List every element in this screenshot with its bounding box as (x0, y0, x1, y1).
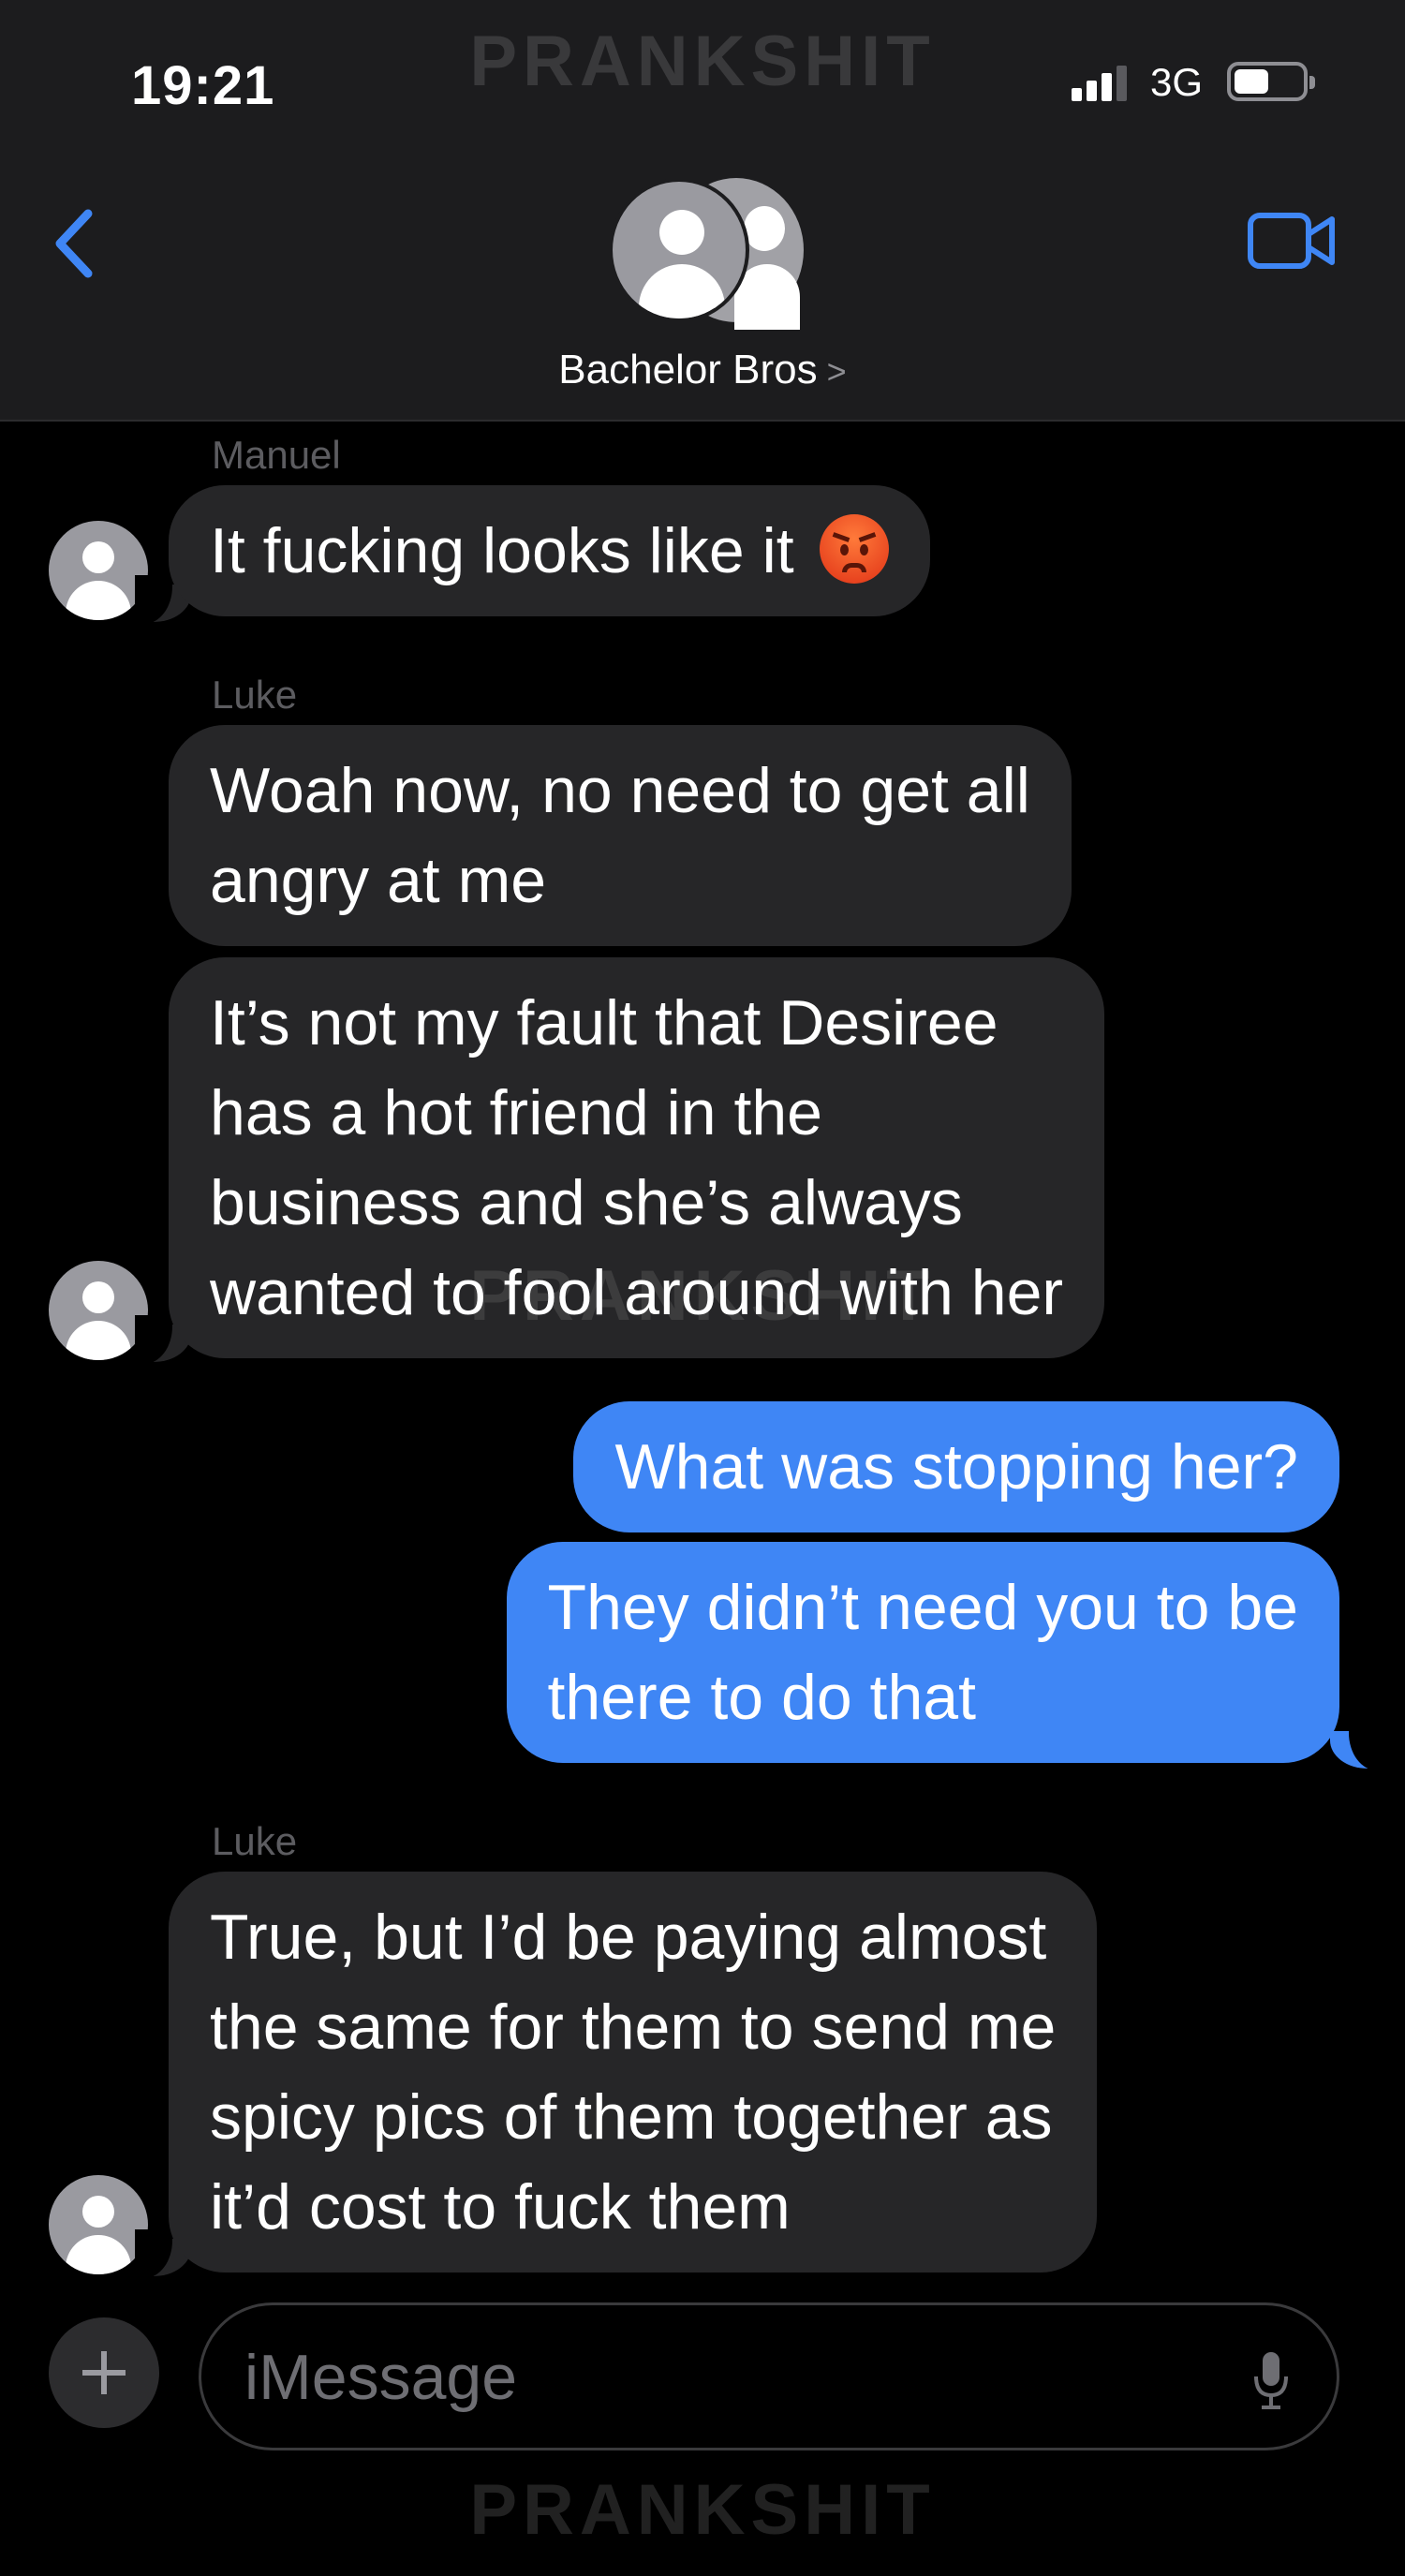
message-bubble-incoming[interactable]: True, but I’d be paying almost the same … (169, 1872, 1098, 2273)
signal-strength-icon (1072, 66, 1128, 101)
message-bubble-outgoing[interactable]: What was stopping her? (573, 1401, 1339, 1532)
message-input-placeholder: iMessage (244, 2342, 518, 2413)
message-text: They didn’t need you to be there to do t… (547, 1572, 1298, 1733)
watermark-middle: PRANKSHIT (469, 1256, 936, 1336)
video-camera-icon[interactable] (1246, 208, 1339, 274)
sender-name: Manuel (212, 433, 341, 477)
message-bubble-incoming[interactable]: Woah now, no need to get all angry at me (169, 725, 1072, 946)
bubble-tail (1330, 1722, 1386, 1770)
back-chevron-icon[interactable] (45, 197, 111, 290)
microphone-icon[interactable] (1252, 2350, 1290, 2410)
contact-avatar-icon[interactable] (49, 2175, 148, 2274)
message-text: True, but I’d be paying almost the same … (210, 1902, 1057, 2243)
watermark-bottom: PRANKSHIT (469, 2470, 936, 2550)
chevron-right-icon: > (826, 352, 847, 391)
sender-name: Luke (212, 673, 298, 717)
battery-icon (1227, 62, 1315, 101)
angry-face-emoji-icon (819, 514, 889, 584)
contact-avatar-icon[interactable] (49, 521, 148, 620)
message-input[interactable]: iMessage (199, 2302, 1339, 2450)
message-text: It fucking looks like it (210, 515, 794, 586)
message-bubble-incoming[interactable]: It fucking looks like it (169, 485, 930, 616)
message-text: Woah now, no need to get all angry at me (210, 755, 1030, 916)
message-text: What was stopping her? (614, 1431, 1298, 1503)
group-avatar-icon[interactable] (609, 178, 806, 330)
conversation-title[interactable]: Bachelor Bros > (0, 347, 1405, 393)
network-type: 3G (1150, 60, 1204, 104)
message-bubble-outgoing[interactable]: They didn’t need you to be there to do t… (506, 1542, 1339, 1763)
sender-name: Luke (212, 1819, 298, 1863)
conversation-header: 19:21 PRANKSHIT 3G Bachelor Bros > (0, 0, 1405, 422)
conversation-name: Bachelor Bros (558, 347, 818, 392)
add-attachment-button[interactable] (49, 2317, 159, 2428)
